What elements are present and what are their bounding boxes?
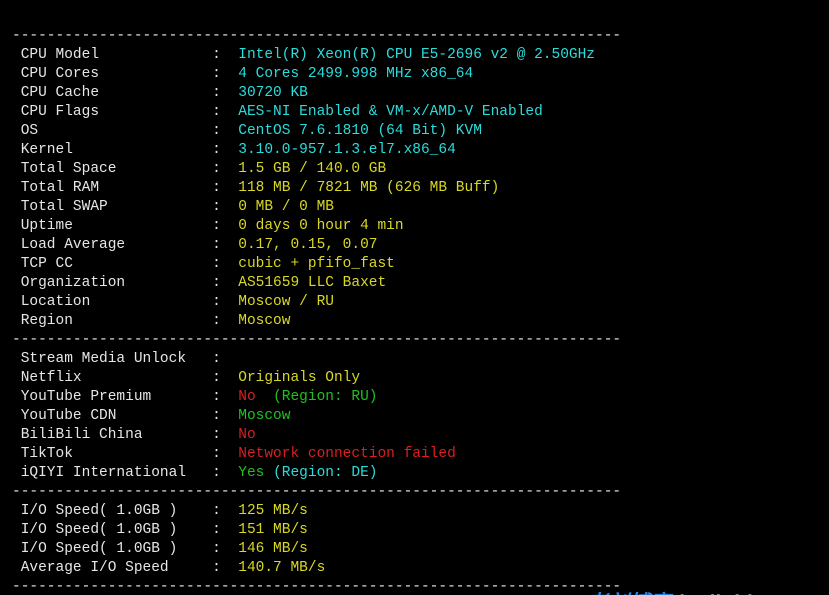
- io-row-2: I/O Speed( 1.0GB ) : 146 MB/s: [12, 540, 817, 559]
- io-row-0: I/O Speed( 1.0GB ) : 125 MB/s: [12, 502, 817, 521]
- stream-header: Stream Media Unlock :: [12, 350, 817, 369]
- divider: ----------------------------------------…: [12, 578, 817, 595]
- io-row-1: I/O Speed( 1.0GB ) : 151 MB/s: [12, 521, 817, 540]
- sysinfo-row-3: CPU Flags : AES-NI Enabled & VM-x/AMD-V …: [12, 103, 817, 122]
- divider: ----------------------------------------…: [12, 27, 817, 46]
- sysinfo-row-1: CPU Cores : 4 Cores 2499.998 MHz x86_64: [12, 65, 817, 84]
- divider: ----------------------------------------…: [12, 331, 817, 350]
- sysinfo-row-10: Load Average : 0.17, 0.15, 0.07: [12, 236, 817, 255]
- sysinfo-row-13: Location : Moscow / RU: [12, 293, 817, 312]
- stream-tiktok: TikTok : Network connection failed: [12, 445, 817, 464]
- stream-youtube-premium: YouTube Premium : No (Region: RU): [12, 388, 817, 407]
- stream-netflix: Netflix : Originals Only: [12, 369, 817, 388]
- sysinfo-row-4: OS : CentOS 7.6.1810 (64 Bit) KVM: [12, 122, 817, 141]
- stream-iqiyi: iQIYI International : Yes (Region: DE): [12, 464, 817, 483]
- sysinfo-row-7: Total RAM : 118 MB / 7821 MB (626 MB Buf…: [12, 179, 817, 198]
- sysinfo-row-8: Total SWAP : 0 MB / 0 MB: [12, 198, 817, 217]
- sysinfo-row-9: Uptime : 0 days 0 hour 4 min: [12, 217, 817, 236]
- sysinfo-row-14: Region : Moscow: [12, 312, 817, 331]
- divider: ----------------------------------------…: [12, 483, 817, 502]
- terminal-content: ----------------------------------------…: [12, 27, 817, 595]
- sysinfo-row-11: TCP CC : cubic + pfifo_fast: [12, 255, 817, 274]
- io-row-3: Average I/O Speed : 140.7 MB/s: [12, 559, 817, 578]
- sysinfo-row-2: CPU Cache : 30720 KB: [12, 84, 817, 103]
- sysinfo-row-6: Total Space : 1.5 GB / 140.0 GB: [12, 160, 817, 179]
- stream-youtube-cdn: YouTube CDN : Moscow: [12, 407, 817, 426]
- stream-bilibili: BiliBili China : No: [12, 426, 817, 445]
- terminal-output: ----------------------------------------…: [0, 0, 829, 595]
- sysinfo-row-12: Organization : AS51659 LLC Baxet: [12, 274, 817, 293]
- sysinfo-row-5: Kernel : 3.10.0-957.1.3.el7.x86_64: [12, 141, 817, 160]
- sysinfo-row-0: CPU Model : Intel(R) Xeon(R) CPU E5-2696…: [12, 46, 817, 65]
